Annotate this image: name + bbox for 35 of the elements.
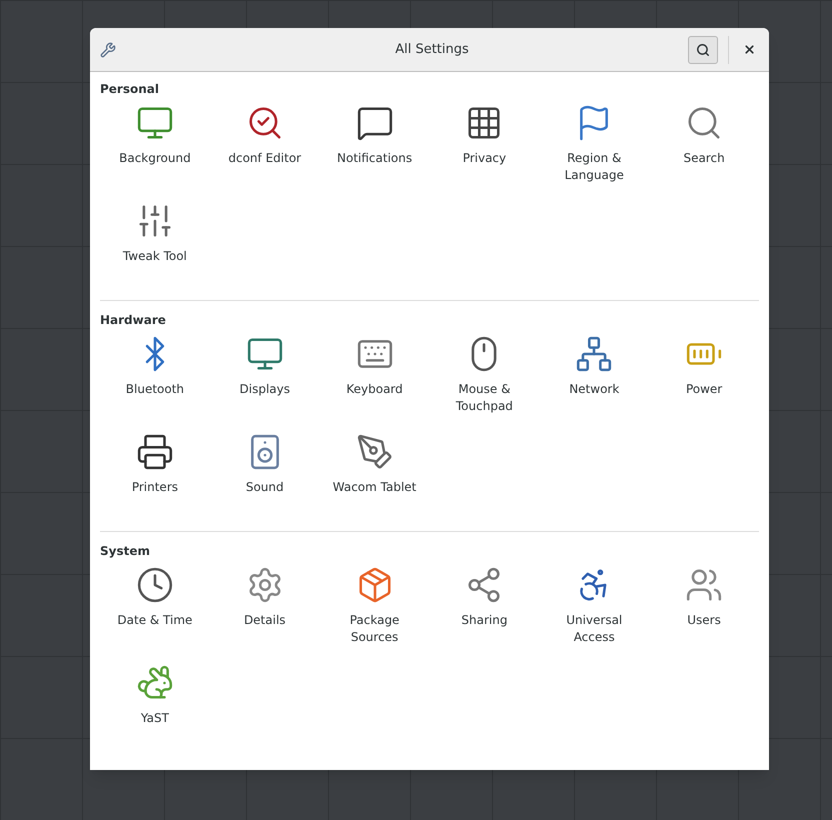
network-icon	[575, 335, 614, 373]
settings-item[interactable]: Sharing	[430, 564, 540, 662]
section-heading: Hardware	[100, 312, 167, 329]
section-heading: System	[100, 543, 151, 560]
printer-icon	[136, 433, 174, 471]
settings-item[interactable]: Privacy	[430, 102, 540, 200]
clock-icon	[136, 566, 174, 604]
window-title: All Settings	[395, 40, 469, 59]
settings-item[interactable]: Mouse & Touchpad	[430, 333, 540, 431]
settings-item[interactable]: Wacom Tablet	[320, 431, 430, 529]
settings-item[interactable]: Details	[210, 564, 320, 662]
settings-item[interactable]: Search	[649, 102, 759, 200]
settings-item[interactable]: Notifications	[320, 102, 430, 200]
close-icon	[742, 43, 756, 56]
settings-item[interactable]: Printers	[100, 431, 210, 529]
settings-item[interactable]: Universal Access	[539, 564, 650, 662]
settings-item[interactable]: YaST	[100, 662, 210, 760]
settings-item[interactable]: Users	[649, 564, 759, 662]
settings-item[interactable]: Network	[539, 333, 650, 431]
settings-item[interactable]: Keyboard	[320, 333, 430, 431]
pen-icon	[356, 433, 394, 471]
settings-item[interactable]: Region & Language	[539, 102, 650, 200]
section-heading: Personal	[100, 81, 160, 98]
settings-item[interactable]: dconf Editor	[210, 102, 320, 200]
settings-item[interactable]: Date & Time	[100, 564, 210, 662]
settings-item[interactable]: Background	[100, 102, 210, 200]
settings-item[interactable]: Displays	[210, 333, 320, 431]
settings-item[interactable]: Tweak Tool	[100, 200, 210, 298]
settings-item[interactable]: Sound	[210, 431, 320, 529]
tools-icon	[100, 42, 116, 58]
settings-item[interactable]: Bluetooth	[100, 333, 210, 431]
settings-item[interactable]: Power	[649, 333, 759, 431]
settings-item[interactable]: Package Sources	[320, 564, 430, 662]
search-icon	[696, 42, 710, 56]
search-button[interactable]	[688, 36, 718, 64]
